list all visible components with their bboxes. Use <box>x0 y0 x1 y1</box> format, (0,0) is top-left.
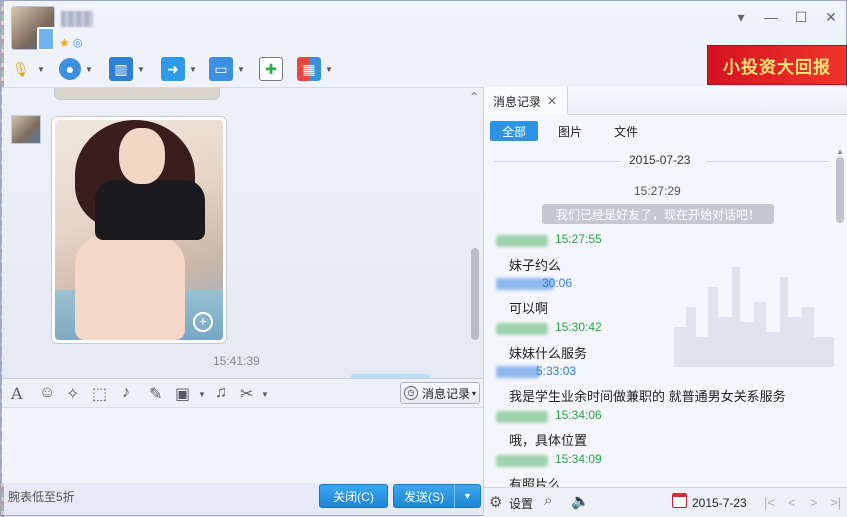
collapse-icon[interactable]: ⌃ <box>469 90 479 104</box>
message-history-label: 消息记录 <box>422 386 471 401</box>
system-time: 15:27:29 <box>634 184 681 198</box>
history-scrollbar[interactable] <box>836 157 844 223</box>
settings-label[interactable]: 设置 <box>509 495 533 512</box>
magic-wand-icon[interactable]: ✧ <box>66 384 79 404</box>
microphone-icon: 🎙 <box>12 60 30 77</box>
chat-window: ★ ◎ ▾ — ☐ ✕ 🎙 ▼ ● ▼ ▥ ▼ ➜ ▼ ▭ ▼ ✚ ▦ ▼ 小投资大回报 ⌃ <box>0 0 847 517</box>
message-text: 可以啊 <box>509 301 549 316</box>
system-notice: 我们已经是好友了，现在开始对话吧！ <box>542 204 774 224</box>
remote-desktop-icon: ▭ <box>209 57 233 81</box>
date-divider-left <box>494 161 620 162</box>
message-time: 15:34:09 <box>555 452 602 466</box>
voice-call-button[interactable]: 🎙 ▼ <box>9 56 45 82</box>
contact-name-blurred <box>61 11 93 27</box>
music-icon[interactable]: ♫ <box>215 384 227 402</box>
calendar-icon[interactable] <box>672 493 687 508</box>
sender-name-blurred <box>496 455 548 467</box>
history-date: 2015-07-23 <box>629 153 691 167</box>
history-panel: 消息记录 ✕ 全部 图片 文件 2015-07-23 ▲ 15:27:29 我们… <box>483 87 847 516</box>
clock-icon: ◷ <box>404 386 418 400</box>
zoom-icon[interactable]: + <box>193 312 213 332</box>
next-page-icon[interactable]: > <box>810 495 818 510</box>
message-history-button[interactable]: ◷ 消息记录 ▾ <box>400 382 480 404</box>
message-time: 5:33:03 <box>536 364 577 378</box>
send-options-button[interactable]: ▼ <box>454 484 481 508</box>
photo-content: + <box>55 120 223 340</box>
add-note-button[interactable]: ✚ <box>259 56 283 82</box>
message-time: 15:30:42 <box>555 320 602 334</box>
contact-avatar[interactable] <box>11 6 55 51</box>
message-text: 我是学生业余时间做兼职的 就普通男女关系服务 <box>509 389 786 404</box>
menu-dropdown-icon[interactable]: ▾ <box>734 10 748 24</box>
date-divider-right <box>706 161 828 162</box>
message-time: 30:06 <box>542 276 573 290</box>
close-button[interactable]: 关闭(C) <box>319 484 388 508</box>
minimize-button[interactable]: — <box>764 10 778 24</box>
file-transfer-icon: ➜ <box>161 57 185 81</box>
sender-name-blurred <box>496 411 548 423</box>
filter-images[interactable]: 图片 <box>546 121 594 141</box>
prev-page-icon[interactable]: < <box>788 495 796 510</box>
send-button[interactable]: 发送(S) <box>393 484 455 508</box>
message-time: 15:27:55 <box>555 232 602 246</box>
qzone-icon[interactable]: ◎ <box>73 36 83 49</box>
chat-history-area: ⌃ + 15:41:39 <box>2 87 483 378</box>
image-dropdown-icon[interactable]: ▼ <box>198 390 206 399</box>
add-note-icon: ✚ <box>259 57 283 81</box>
message-avatar[interactable] <box>11 115 41 144</box>
first-page-icon[interactable]: |< <box>764 495 775 510</box>
search-icon[interactable]: ⌕ <box>544 492 552 509</box>
star-icon: ★ <box>59 36 70 50</box>
scroll-up-icon[interactable]: ▲ <box>836 147 844 156</box>
video-icon: ● <box>59 58 81 80</box>
speaker-icon[interactable]: 🔈 <box>571 492 590 510</box>
voice-message-icon[interactable]: ♪ <box>122 384 130 402</box>
file-transfer-button[interactable]: ➜ ▼ <box>161 56 197 82</box>
screen-share-button[interactable]: ▥ ▼ <box>109 56 145 82</box>
promo-link[interactable]: 腕表低至5折 <box>8 488 75 505</box>
video-call-button[interactable]: ● ▼ <box>59 56 93 82</box>
close-window-button[interactable]: ✕ <box>824 10 838 24</box>
chat-scrollbar[interactable] <box>471 248 479 340</box>
image-message[interactable]: + <box>51 116 227 344</box>
calendar-date[interactable]: 2015-7-23 <box>692 496 747 510</box>
message-text: 妹子约么 <box>509 258 562 273</box>
emoji-icon[interactable]: ☺ <box>39 384 55 402</box>
edit-icon[interactable]: ✎ <box>149 384 162 404</box>
input-toolbar: A ☺ ✧ ⬚ ♪ ✎ ▣ ▼ ♫ ✂ ▼ ◷ 消息记录 ▾ <box>2 378 483 408</box>
tab-message-history[interactable]: 消息记录 ✕ <box>484 87 568 115</box>
font-icon[interactable]: A <box>11 384 23 403</box>
sender-name-blurred <box>496 323 548 335</box>
message-text: 哦，具体位置 <box>509 433 588 448</box>
scissors-icon[interactable]: ✂ <box>240 384 253 404</box>
history-footer: ⚙ 设置 ⌕ 🔈 2015-7-23 |< < > >| <box>484 487 847 516</box>
last-page-icon[interactable]: >| <box>830 495 841 510</box>
message-time: 15:34:06 <box>555 408 602 422</box>
filter-all[interactable]: 全部 <box>490 121 538 141</box>
sender-name-blurred <box>496 366 540 378</box>
tab-label: 消息记录 <box>493 94 542 109</box>
apps-grid-icon: ▦ <box>297 57 321 81</box>
history-tabbar: 消息记录 ✕ <box>484 87 847 115</box>
screen-share-icon: ▥ <box>109 57 133 81</box>
message-text: 妹妹什么服务 <box>509 346 588 361</box>
background-skyline <box>674 267 834 367</box>
image-icon[interactable]: ▣ <box>175 384 190 404</box>
apps-button[interactable]: ▦ ▼ <box>297 56 333 82</box>
tab-close-icon[interactable]: ✕ <box>547 94 557 108</box>
sender-name-blurred <box>496 235 548 247</box>
scissors-dropdown-icon[interactable]: ▼ <box>261 390 269 399</box>
maximize-button[interactable]: ☐ <box>794 10 808 24</box>
screenshot-icon[interactable]: ⬚ <box>92 384 107 404</box>
filter-files[interactable]: 文件 <box>602 121 650 141</box>
message-input[interactable] <box>2 408 483 483</box>
gear-icon[interactable]: ⚙ <box>489 493 502 511</box>
ad-banner[interactable]: 小投资大回报 <box>707 45 847 85</box>
previous-image-thumbnail[interactable] <box>54 88 220 100</box>
message-time: 15:41:39 <box>213 354 260 368</box>
history-caret: ▾ <box>472 388 477 398</box>
remote-desktop-button[interactable]: ▭ ▼ <box>209 56 245 82</box>
